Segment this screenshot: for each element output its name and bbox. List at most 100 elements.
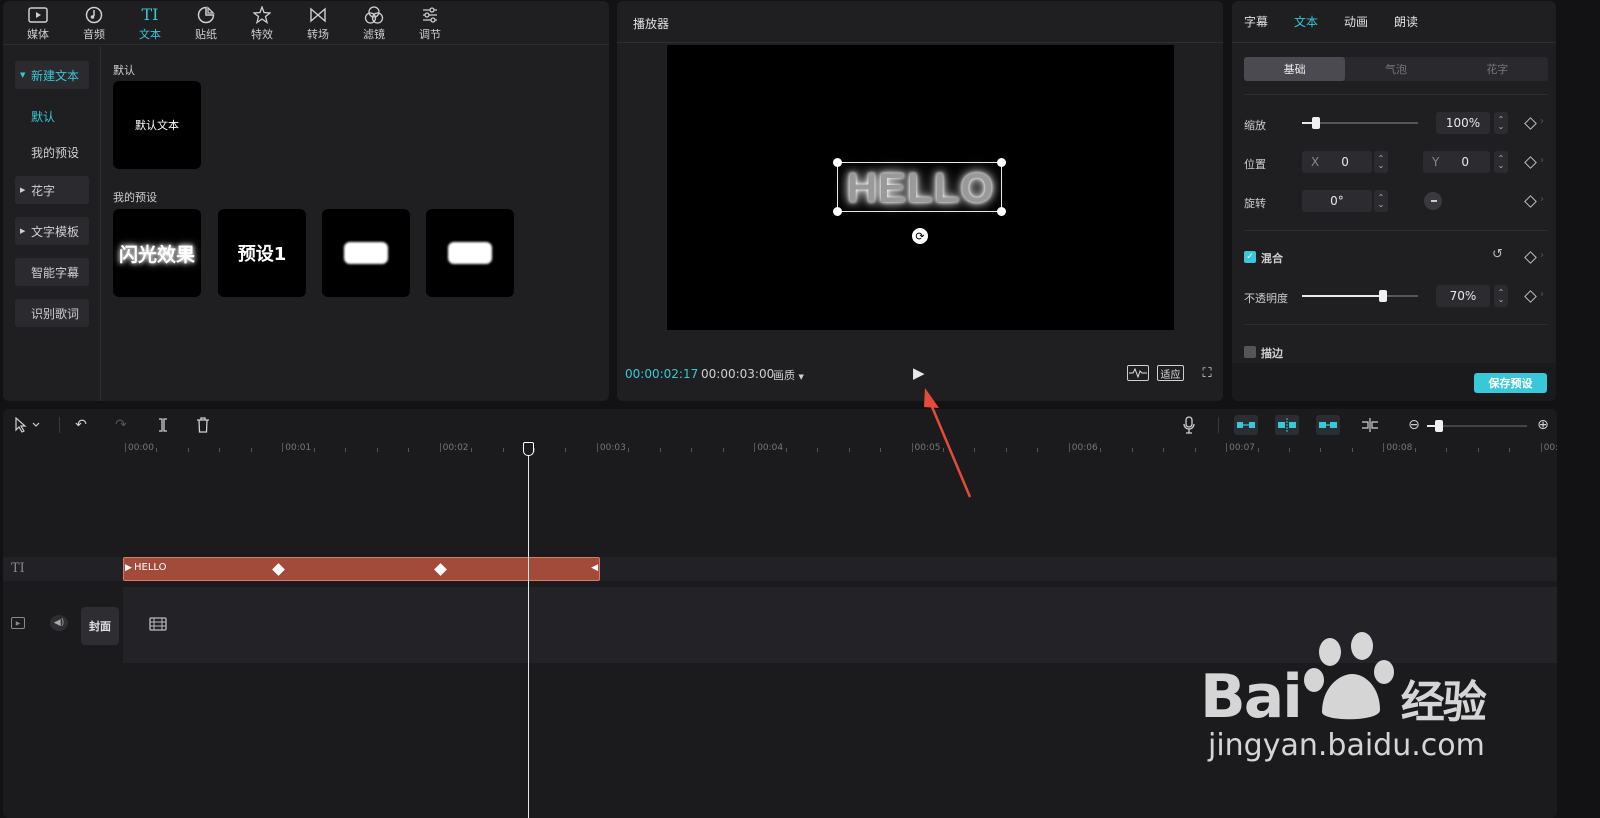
redo-icon[interactable]: ↷ (111, 415, 131, 435)
zoom-slider-knob[interactable] (1435, 420, 1443, 432)
tab-read-aloud[interactable]: 朗读 (1394, 1, 1418, 42)
keyframe-marker[interactable] (434, 563, 447, 576)
tab-text-props[interactable]: 文本 (1294, 1, 1318, 42)
preset-tile-flash[interactable]: 闪光效果 (113, 209, 201, 297)
resize-handle[interactable] (833, 207, 842, 216)
tab-effects[interactable]: 特效 (234, 1, 290, 45)
position-x-input[interactable]: X 0 (1302, 151, 1372, 173)
sidebar-item-smart-subtitle[interactable]: 智能字幕 (15, 258, 89, 286)
sidebar-item-default[interactable]: 默认 (31, 108, 55, 125)
ruler-minor-tick (1257, 448, 1259, 452)
keyframe-icon[interactable] (1524, 117, 1537, 130)
tab-subtitle[interactable]: 字幕 (1244, 1, 1268, 42)
opacity-input[interactable]: 70% (1436, 285, 1490, 307)
split-icon[interactable] (153, 415, 173, 435)
ruler-minor-tick (691, 448, 693, 452)
ruler-minor-tick (785, 448, 787, 452)
position-y-input[interactable]: Y 0 (1423, 151, 1490, 173)
scale-input[interactable]: 100% (1436, 112, 1490, 134)
resize-handle[interactable] (833, 158, 842, 167)
opacity-slider-knob[interactable] (1379, 290, 1387, 302)
scale-slider[interactable] (1302, 117, 1418, 129)
align-split-icon[interactable] (1358, 415, 1382, 435)
tab-animation[interactable]: 动画 (1344, 1, 1368, 42)
ruler-minor-tick (722, 448, 724, 452)
opacity-slider[interactable] (1302, 290, 1418, 302)
text-selection-box[interactable]: HELLO (833, 158, 1006, 216)
scale-slider-knob[interactable] (1312, 117, 1320, 129)
position-y-stepper[interactable]: ⌃ ⌄ (1494, 151, 1508, 173)
keyframe-marker[interactable] (272, 563, 285, 576)
tab-filter[interactable]: 滤镜 (346, 1, 402, 45)
microphone-icon[interactable] (1179, 415, 1199, 435)
play-icon[interactable]: ▶ (913, 364, 925, 382)
sidebar-item-fancy[interactable]: ▶ 花字 (15, 176, 89, 204)
clip-end-handle-icon[interactable]: ◀ (591, 563, 598, 573)
rotate-dial[interactable] (1424, 192, 1442, 210)
keyframe-icon[interactable] (1524, 290, 1537, 303)
segment-fancy[interactable]: 花字 (1447, 57, 1548, 81)
sidebar-item-templates[interactable]: ▶ 文字模板 (15, 217, 89, 245)
preview-axis-icon[interactable] (1316, 415, 1340, 435)
opacity-stepper[interactable]: ⌃ ⌄ (1494, 285, 1508, 307)
tab-transition[interactable]: 转场 (290, 1, 346, 45)
preview-canvas[interactable]: HELLO ⟳ (667, 45, 1174, 330)
rotate-handle-icon[interactable]: ⟳ (912, 228, 928, 244)
ruler-tick (1226, 443, 1228, 452)
reset-icon[interactable]: ↺ (1492, 247, 1503, 262)
undo-icon[interactable]: ↶ (71, 415, 91, 435)
clip-start-handle-icon[interactable]: ▶ (125, 563, 132, 573)
ruler-minor-tick (408, 448, 410, 452)
segment-bubble[interactable]: 气泡 (1345, 57, 1446, 81)
rotate-stepper[interactable]: ⌃ ⌄ (1374, 190, 1388, 212)
video-track-icon[interactable]: ▶ (11, 617, 25, 629)
ruler-minor-tick (942, 448, 944, 452)
tab-sticker[interactable]: 贴纸 (178, 1, 234, 45)
rotate-input[interactable]: 0° (1302, 190, 1372, 212)
quality-label: 画质 (773, 369, 795, 382)
keyframe-icon[interactable] (1524, 251, 1537, 264)
sidebar-item-new-text[interactable]: ▼ 新建文本 (15, 61, 89, 89)
preset-tile-3[interactable] (322, 209, 410, 297)
waveform-icon[interactable] (1127, 365, 1149, 381)
tab-media-label: 媒体 (27, 27, 49, 41)
section-default-title: 默认 (113, 64, 135, 77)
zoom-in-icon[interactable]: ⊕ (1535, 415, 1551, 435)
film-frame-icon[interactable] (149, 617, 167, 634)
zoom-out-icon[interactable]: ⊖ (1406, 415, 1422, 435)
mute-icon[interactable]: ◀) (50, 615, 68, 631)
blend-checkbox[interactable]: ✓ (1244, 251, 1256, 263)
cover-button[interactable]: 封面 (81, 607, 119, 645)
snap-icon[interactable] (1275, 415, 1299, 435)
fit-button[interactable]: 适应 (1157, 365, 1184, 381)
sidebar-item-recognize-lyrics[interactable]: 识别歌词 (15, 299, 89, 327)
sidebar-item-my-presets[interactable]: 我的预设 (31, 144, 79, 161)
tab-text[interactable]: TI 文本 (122, 1, 178, 45)
playhead[interactable] (528, 443, 529, 818)
position-x-stepper[interactable]: ⌃ ⌄ (1374, 151, 1388, 173)
ruler-minor-tick (817, 448, 819, 452)
filter-icon (363, 5, 385, 25)
link-track-icon[interactable] (1234, 415, 1258, 435)
preset-tile-1[interactable]: 预设1 (218, 209, 306, 297)
text-tile-default[interactable]: 默认文本 (113, 81, 201, 169)
preset-tile-4[interactable] (426, 209, 514, 297)
zoom-slider[interactable] (1427, 420, 1527, 432)
delete-icon[interactable] (193, 415, 213, 435)
tab-adjust[interactable]: 调节 (402, 1, 458, 45)
select-tool-icon[interactable] (11, 415, 45, 435)
playhead-handle[interactable] (523, 442, 534, 456)
fullscreen-icon[interactable]: ⛶ (1200, 365, 1214, 381)
save-preset-button[interactable]: 保存预设 (1474, 373, 1547, 393)
quality-dropdown[interactable]: 画质 ▼ (773, 367, 804, 383)
tab-media[interactable]: 媒体 (10, 1, 66, 45)
scale-stepper[interactable]: ⌃ ⌄ (1494, 112, 1508, 134)
timeline-ruler[interactable]: 00:00 00:01 00:02 00:03 00:04 00:05 00:06 00:07… (123, 441, 1557, 457)
tab-audio[interactable]: 音频 (66, 1, 122, 45)
stroke-checkbox[interactable] (1244, 346, 1256, 358)
segment-basic[interactable]: 基础 (1244, 57, 1346, 81)
keyframe-icon[interactable] (1524, 195, 1537, 208)
keyframe-icon[interactable] (1524, 156, 1537, 169)
resize-handle[interactable] (997, 158, 1006, 167)
resize-handle[interactable] (997, 207, 1006, 216)
